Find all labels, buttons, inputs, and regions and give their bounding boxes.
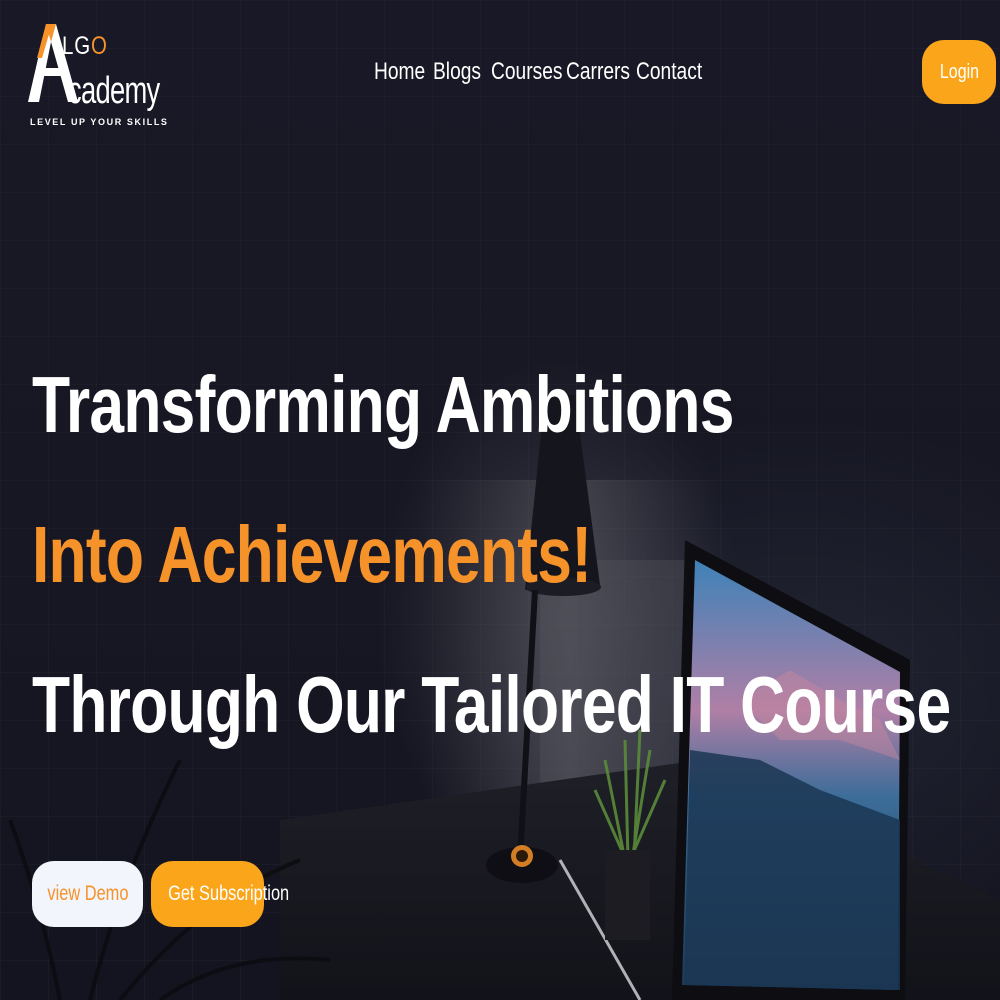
nav-item-home[interactable]: Home [374, 58, 425, 86]
landing-page: LGO cademy LEVEL UP YOUR SKILLS Home Blo… [0, 0, 1000, 1000]
logo-academy-text: cademy [68, 70, 160, 112]
login-button-label: Login [939, 60, 979, 83]
hero-background-image [8, 395, 1000, 1000]
background-grid [0, 0, 1000, 1000]
get-subscription-label: Get Subscription [168, 882, 290, 905]
nav-item-contact[interactable]: Contact [636, 58, 702, 86]
login-button[interactable]: Login [922, 40, 996, 104]
nav-item-blogs[interactable]: Blogs [433, 58, 482, 86]
nav-item-carrers[interactable]: Carrers [566, 58, 630, 86]
get-subscription-button[interactable]: Get Subscription [151, 861, 289, 927]
logo-tagline: LEVEL UP YOUR SKILLS [30, 117, 169, 127]
hero-headline-line-2: Into Achievements! [32, 510, 592, 599]
hero-headline-line-1: Transforming Ambitions [32, 360, 734, 449]
nav-item-courses[interactable]: Courses [491, 58, 563, 86]
brand-logo[interactable]: LGO cademy LEVEL UP YOUR SKILLS [28, 22, 168, 132]
logo-lgo-text: LGO [62, 32, 108, 60]
main-nav: Home Blogs Courses Carrers Contact [374, 58, 703, 86]
view-demo-button[interactable]: view Demo [32, 861, 143, 927]
view-demo-label: view Demo [46, 882, 129, 905]
hero-headline-line-3: Through Our Tailored IT Course [32, 660, 951, 749]
